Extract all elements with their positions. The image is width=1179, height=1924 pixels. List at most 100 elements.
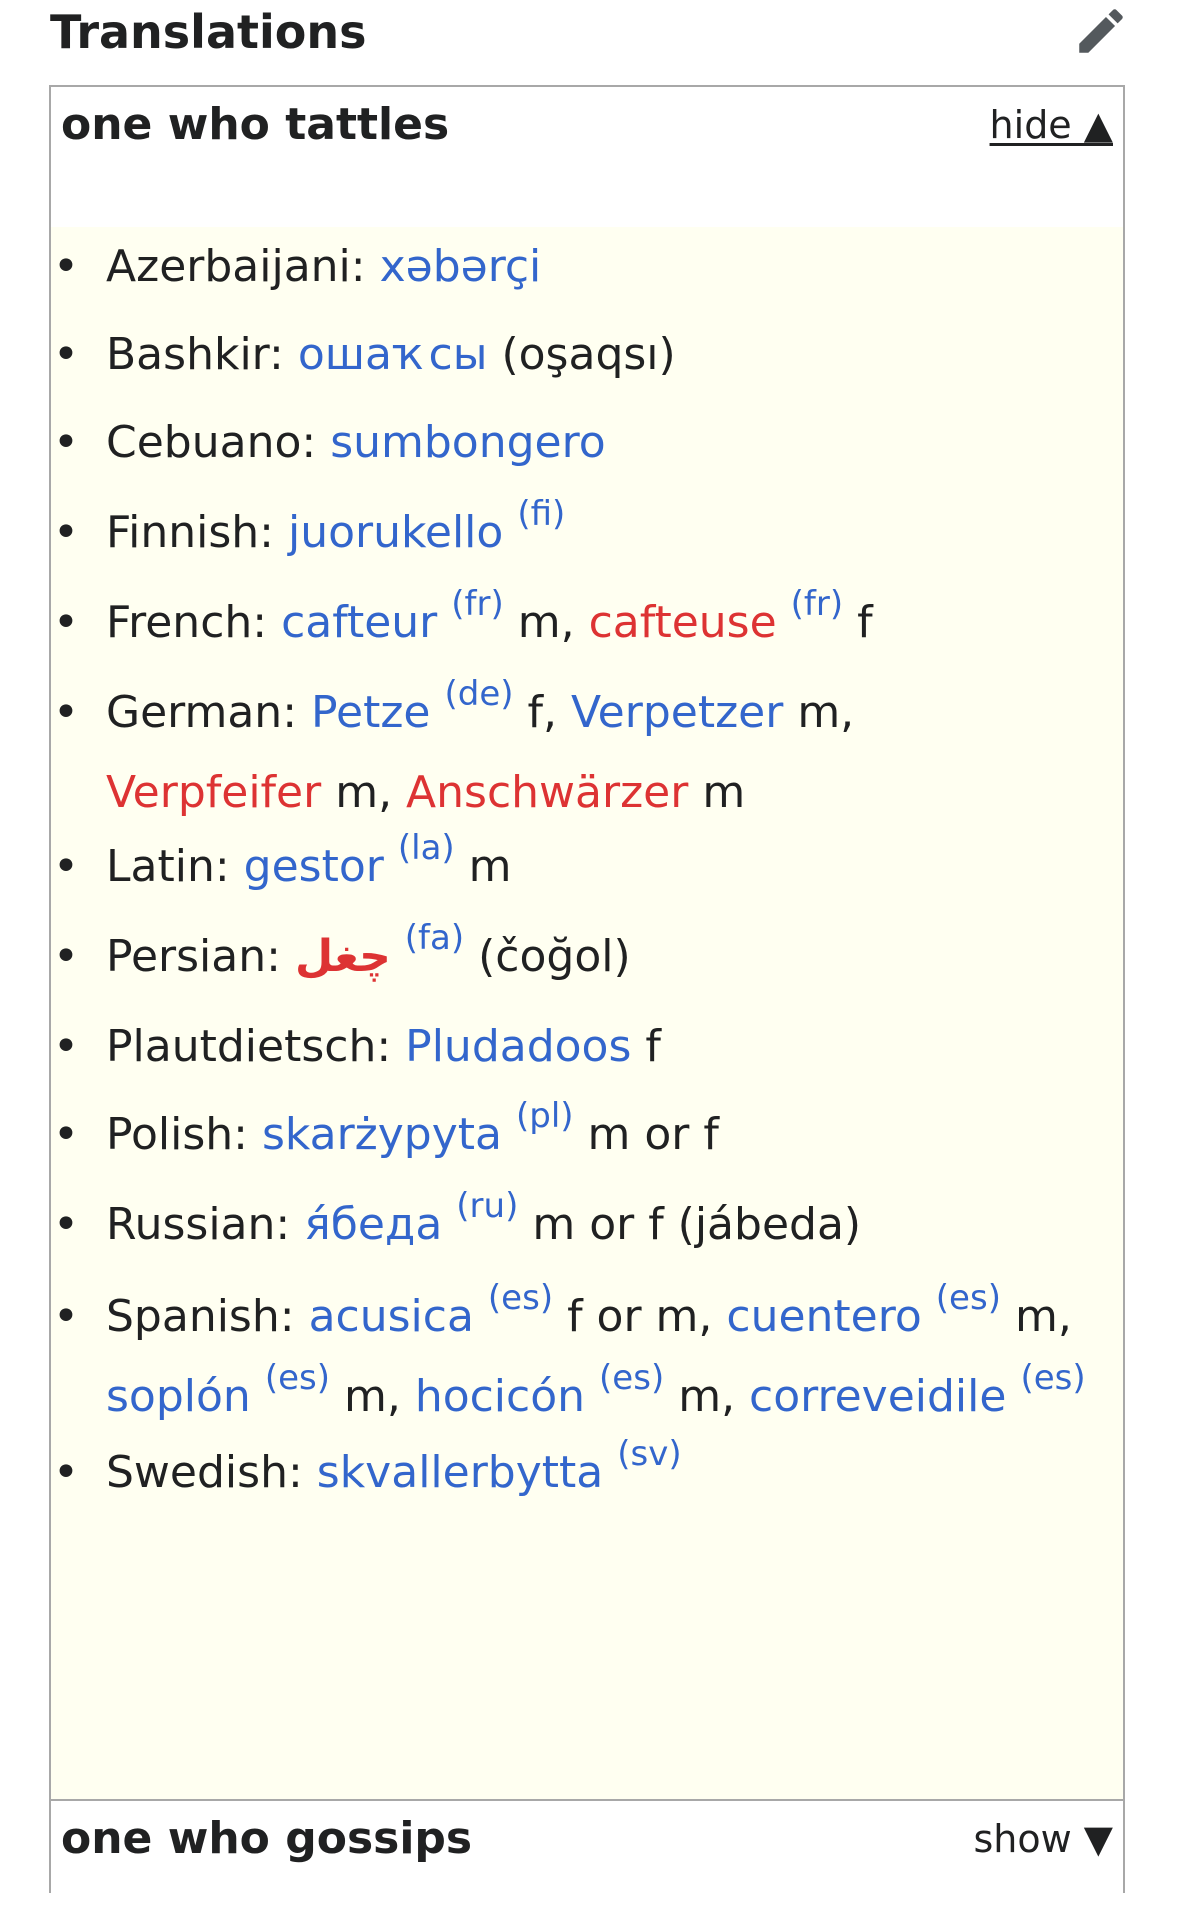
entry-text: Bashkir: ошаҡсы (oşaqsı) <box>106 315 1106 395</box>
language-code-link[interactable]: (de) <box>444 674 513 714</box>
language-code-link[interactable]: (fr) <box>791 584 843 624</box>
translation-link[interactable]: Verpfeifer <box>106 767 321 818</box>
language-name: Polish: <box>106 1109 248 1160</box>
gender-text: m or f (jábeda) <box>518 1199 862 1250</box>
translations-header: Translations <box>50 0 1130 72</box>
translation-link[interactable]: cafteur <box>281 597 437 648</box>
translation-link[interactable]: skarżypyta <box>262 1109 502 1160</box>
language-name: Cebuano: <box>106 417 317 468</box>
hide-toggle[interactable]: hide ▲ <box>990 101 1113 149</box>
pencil-icon[interactable] <box>1072 2 1130 60</box>
bullet-icon: • <box>53 687 79 738</box>
language-code-link[interactable]: (ru) <box>456 1186 518 1226</box>
translation-link[interactable]: چغل <box>295 931 391 982</box>
entry-text: Swedish: skvallerbytta (sv) <box>106 1433 1106 1513</box>
section-title: Translations <box>50 5 367 59</box>
language-name: Bashkir: <box>106 329 284 380</box>
bullet-icon: • <box>53 597 79 648</box>
entry-text: Polish: skarżypyta (pl) m or f <box>106 1095 1106 1175</box>
language-name: Persian: <box>106 931 281 982</box>
entry-text: Azerbaijani: xəbərçi <box>106 227 1106 307</box>
entry-text: Russian: я́беда (ru) m or f (jábeda) <box>106 1185 1106 1265</box>
bullet-icon: • <box>53 507 79 558</box>
language-code-link[interactable]: (pl) <box>516 1096 574 1136</box>
gender-text: m, <box>329 1371 415 1422</box>
gender-text: m or f <box>573 1109 719 1160</box>
entry-text: Finnish: juorukello (fi) <box>106 493 1106 573</box>
language-name: German: <box>106 687 298 738</box>
bullet-icon: • <box>53 1291 79 1342</box>
bullet-icon: • <box>53 1199 79 1250</box>
translation-list-panel: • Azerbaijani: xəbərçi • Bashkir: ошаҡсы (o… <box>51 227 1123 1799</box>
bullet-icon: • <box>53 1447 79 1498</box>
entry-text: German: Petze (de) f, Verpetzer m, Verpfe… <box>106 673 1106 833</box>
language-code-link[interactable]: (es) <box>936 1278 1001 1318</box>
language-code-link[interactable]: (fr) <box>451 584 503 624</box>
language-code-link[interactable]: (es) <box>1020 1358 1085 1398</box>
translation-link[interactable]: soplón <box>106 1371 251 1422</box>
language-name: Latin: <box>106 841 230 892</box>
entry-text: Cebuano: sumbongero <box>106 403 1106 483</box>
translation-link[interactable]: cuentero <box>726 1291 921 1342</box>
language-name: Spanish: <box>106 1291 295 1342</box>
gossips-title: one who gossips <box>61 1813 473 1864</box>
bullet-icon: • <box>53 1109 79 1160</box>
entry-text: Plautdietsch: Pludadoos f <box>106 1007 1106 1087</box>
gossips-header: one who gossips show ▼ <box>51 1799 1123 1893</box>
language-name: Russian: <box>106 1199 291 1250</box>
language-code-link[interactable]: (es) <box>599 1358 664 1398</box>
gender-text: f <box>843 597 873 648</box>
gender-text: m <box>454 841 512 892</box>
language-name: Plautdietsch: <box>106 1021 392 1072</box>
translation-link[interactable]: acusica <box>309 1291 474 1342</box>
translation-link[interactable]: skvallerbytta <box>317 1447 603 1498</box>
translation-link[interactable]: hocicón <box>415 1371 585 1422</box>
gender-text: (čoğol) <box>464 931 631 982</box>
translation-link[interactable]: juorukello <box>288 507 503 558</box>
entry-text: French: cafteur (fr) m, cafteuse (fr) f <box>106 583 1106 663</box>
bullet-icon: • <box>53 1021 79 1072</box>
gender-text: m, <box>503 597 589 648</box>
show-toggle[interactable]: show ▼ <box>973 1815 1113 1863</box>
tattles-header: one who tattles hide ▲ <box>51 87 1123 227</box>
language-code-link[interactable]: (fa) <box>405 918 464 958</box>
language-code-link[interactable]: (es) <box>265 1358 330 1398</box>
translation-link[interactable]: я́беда <box>304 1199 442 1250</box>
entry-text: Spanish: acusica (es) f or m, cuentero (… <box>106 1277 1106 1437</box>
gender-text: m, <box>664 1371 750 1422</box>
language-code-link[interactable]: (es) <box>488 1278 553 1318</box>
entry-text: Latin: gestor (la) m <box>106 827 1106 907</box>
language-name: Azerbaijani: <box>106 241 366 292</box>
gender-text: f <box>631 1021 661 1072</box>
gender-text: f or m, <box>553 1291 727 1342</box>
translation-link[interactable]: Petze <box>311 687 430 738</box>
gender-text: f, <box>513 687 571 738</box>
language-name: Swedish: <box>106 1447 303 1498</box>
bullet-icon: • <box>53 241 79 292</box>
translation-link[interactable]: Anschwärzer <box>406 767 688 818</box>
translation-link[interactable]: gestor <box>244 841 384 892</box>
translation-link[interactable]: Verpetzer <box>571 687 783 738</box>
gender-text: m, <box>783 687 855 738</box>
language-code-link[interactable]: (fi) <box>517 494 565 534</box>
translation-link[interactable]: correveidile <box>749 1371 1006 1422</box>
entry-text: Persian: چغل (fa) (čoğol) <box>106 917 1106 997</box>
language-name: French: <box>106 597 268 648</box>
bullet-icon: • <box>53 417 79 468</box>
translation-link[interactable]: Pludadoos <box>405 1021 631 1072</box>
bullet-icon: • <box>53 841 79 892</box>
translation-link[interactable]: xəbərçi <box>380 241 542 292</box>
bullet-icon: • <box>53 931 79 982</box>
gender-text: m, <box>321 767 407 818</box>
tattles-title: one who tattles <box>61 99 450 150</box>
gender-text: (oşaqsı) <box>487 329 676 380</box>
gender-text: m <box>688 767 746 818</box>
bullet-icon: • <box>53 329 79 380</box>
translation-link[interactable]: cafteuse <box>589 597 777 648</box>
translation-link[interactable]: sumbongero <box>330 417 605 468</box>
language-code-link[interactable]: (sv) <box>617 1434 681 1474</box>
language-code-link[interactable]: (la) <box>398 828 455 868</box>
translation-link[interactable]: ошаҡсы <box>298 329 488 380</box>
gender-text: m, <box>1000 1291 1072 1342</box>
language-name: Finnish: <box>106 507 274 558</box>
